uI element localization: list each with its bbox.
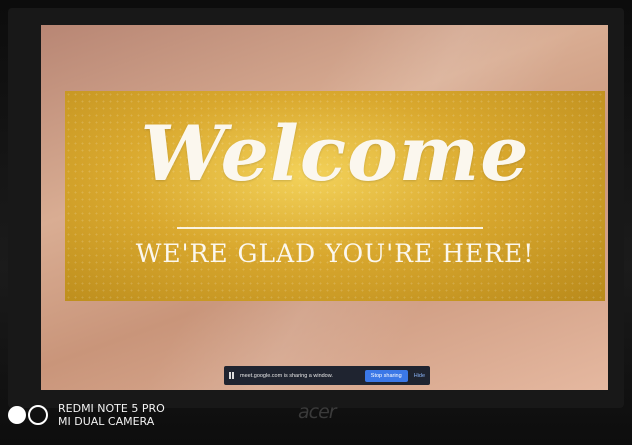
watermark-text: REDMI NOTE 5 PRO MI DUAL CAMERA [58, 402, 165, 428]
watermark-line-2: MI DUAL CAMERA [58, 415, 155, 428]
watermark-line-1: REDMI NOTE 5 PRO [58, 402, 165, 415]
screen-share-bar: meet.google.com is sharing a window. Sto… [224, 366, 430, 385]
watermark-solid-circle-icon [8, 406, 26, 424]
welcome-banner: Welcome WE'RE GLAD YOU'RE HERE! [65, 91, 605, 301]
banner-divider [177, 227, 483, 229]
share-status-text: meet.google.com is sharing a window. [240, 372, 333, 379]
welcome-headline: Welcome [140, 109, 530, 198]
stop-sharing-button[interactable]: Stop sharing [364, 369, 408, 382]
welcome-subheadline: WE'RE GLAD YOU'RE HERE! [135, 239, 535, 268]
camera-watermark: REDMI NOTE 5 PRO MI DUAL CAMERA [8, 402, 165, 428]
hide-button[interactable]: Hide [414, 373, 425, 379]
pause-icon [229, 372, 236, 379]
monitor-brand-logo: acer [298, 401, 337, 423]
monitor-screen: Welcome WE'RE GLAD YOU'RE HERE! meet.goo… [41, 25, 608, 390]
watermark-ring-circle-icon [28, 405, 48, 425]
photo-background: Welcome WE'RE GLAD YOU'RE HERE! meet.goo… [0, 0, 632, 445]
